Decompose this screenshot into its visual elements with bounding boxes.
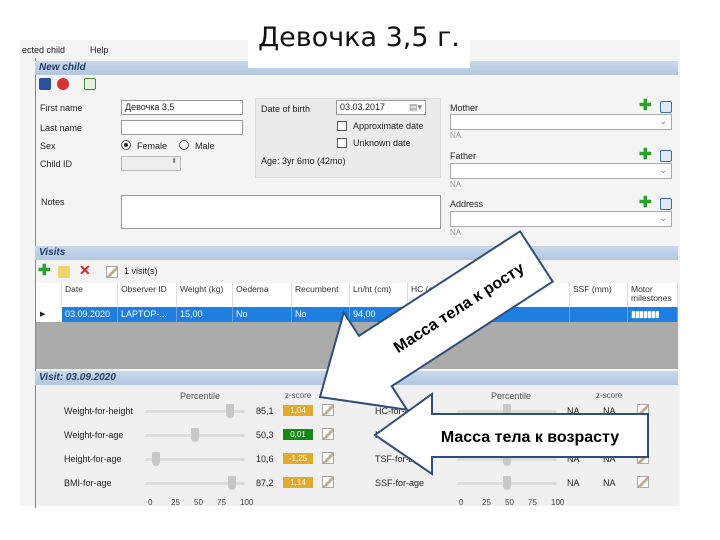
callouts: Масса тела к росту Масса тела к возрасту xyxy=(318,229,649,476)
callout-age-text: Масса тела к возрасту xyxy=(441,429,619,446)
